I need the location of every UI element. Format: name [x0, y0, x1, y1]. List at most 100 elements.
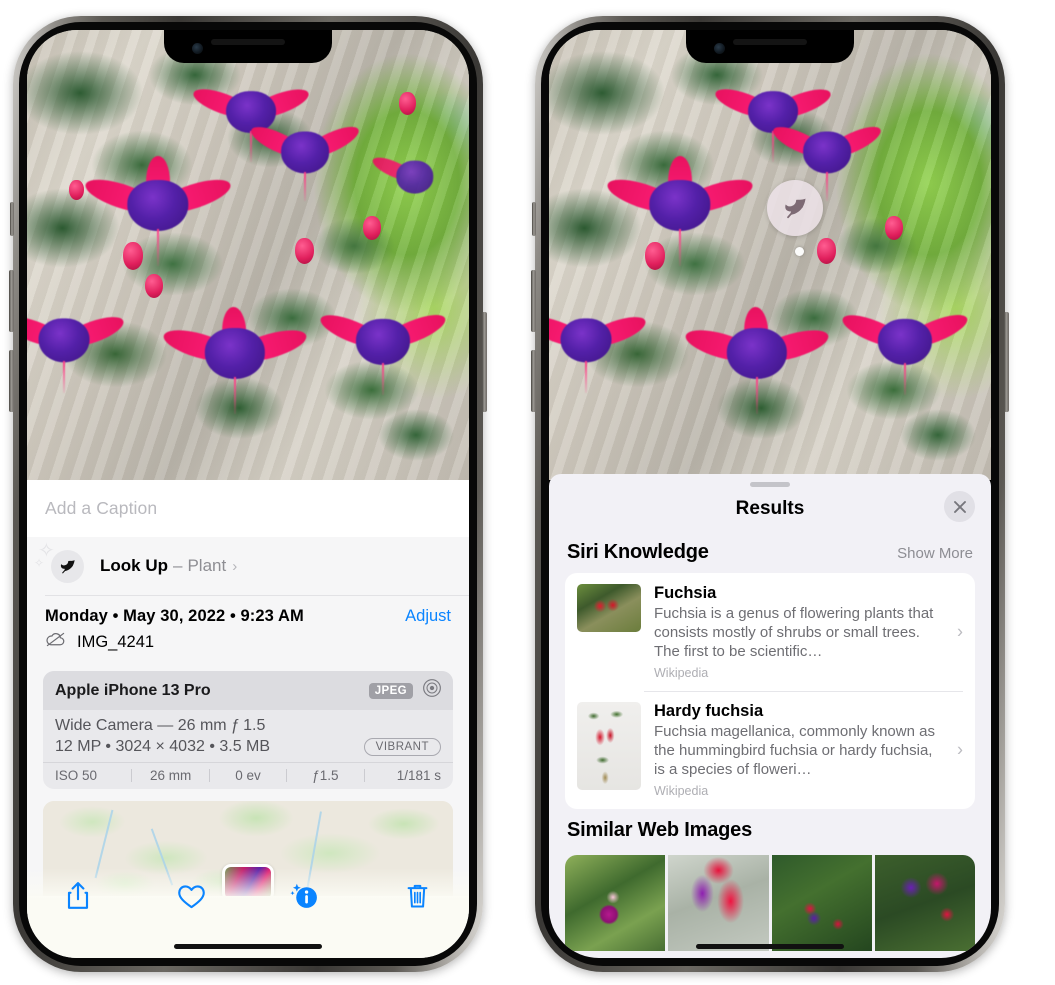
exif-shutter: 1/181 s	[396, 768, 442, 783]
exif-aperture: ƒ1.5	[312, 768, 339, 783]
camera-metadata-card[interactable]: Apple iPhone 13 Pro JPEG Wide Camera — 2…	[43, 671, 453, 789]
close-icon	[953, 500, 966, 513]
volume-up-button[interactable]	[531, 270, 536, 332]
web-image-3[interactable]	[771, 855, 872, 952]
visual-look-up-anchor-dot	[795, 247, 804, 256]
mute-switch[interactable]	[532, 202, 536, 236]
power-button[interactable]	[482, 312, 487, 412]
chevron-right-icon: ›	[957, 739, 963, 760]
caption-placeholder: Add a Caption	[45, 498, 158, 518]
leaf-icon: ✧ ✧	[34, 541, 84, 583]
exif-focal: 26 mm	[149, 768, 192, 783]
result-description: Fuchsia magellanica, commonly known as t…	[654, 723, 935, 779]
section-title: Siri Knowledge	[567, 541, 709, 563]
results-title: Results	[735, 498, 805, 519]
lookup-section: ✧ ✧ Look Up – Plant › Monday • May 30, 2…	[27, 537, 469, 896]
result-source: Wikipedia	[654, 784, 709, 799]
flower-bloom	[839, 292, 971, 396]
share-button[interactable]	[61, 879, 95, 913]
home-indicator[interactable]	[174, 944, 322, 949]
web-image-4[interactable]	[874, 855, 975, 952]
lookup-subject: Plant	[187, 556, 227, 575]
visual-look-up-badge[interactable]	[767, 180, 823, 236]
results-header: Results	[549, 487, 991, 531]
lookup-title: Look Up	[100, 556, 168, 575]
flower-bloom	[682, 298, 832, 414]
metadata-header: Apple iPhone 13 Pro JPEG	[43, 671, 453, 710]
delete-button[interactable]	[401, 879, 435, 913]
knowledge-result-row[interactable]: Fuchsia Fuchsia is a genus of flowering …	[565, 573, 975, 691]
caption-field[interactable]: Add a Caption	[27, 480, 469, 537]
sparkle-icon: ✧	[34, 555, 45, 570]
result-description: Fuchsia is a genus of flowering plants t…	[654, 605, 934, 661]
date-info-block: Monday • May 30, 2022 • 9:23 AM Adjust I…	[27, 596, 469, 661]
front-camera	[714, 43, 725, 54]
photo-toolbar	[27, 874, 469, 918]
left-phone-screen: Add a Caption ✧ ✧ Look Up – Plant › Mond…	[27, 30, 469, 958]
screenshot-stage: Add a Caption ✧ ✧ Look Up – Plant › Mond…	[0, 0, 1055, 985]
flower-bloom	[82, 150, 234, 266]
aperture-icon[interactable]	[422, 678, 442, 703]
result-title: Fuchsia	[654, 584, 717, 602]
volume-up-button[interactable]	[9, 270, 14, 332]
exif-iso: ISO 50	[55, 768, 98, 783]
flower-bud	[645, 242, 665, 270]
flower-bud	[123, 242, 143, 270]
right-phone-screen: Results Siri Knowledge Show More Fuchsia…	[549, 30, 991, 958]
look-up-plant-row[interactable]: ✧ ✧ Look Up – Plant ›	[27, 537, 469, 595]
chevron-right-icon: ›	[957, 621, 963, 642]
flower-bud	[885, 216, 903, 240]
web-image-1[interactable]	[565, 855, 666, 952]
fuchsia-photo	[27, 30, 469, 480]
knowledge-result-row[interactable]: Hardy fuchsia Fuchsia magellanica, commo…	[565, 691, 975, 809]
format-badge: JPEG	[368, 682, 413, 699]
photo-viewer[interactable]	[27, 30, 469, 480]
lookup-dash: –	[173, 556, 183, 575]
device-name: Apple iPhone 13 Pro	[55, 681, 211, 699]
result-thumbnail	[577, 702, 641, 791]
section-title: Similar Web Images	[567, 819, 752, 842]
result-source: Wikipedia	[654, 666, 709, 681]
home-indicator[interactable]	[696, 944, 844, 949]
resolution-info: 12 MP • 3024 × 4032 • 3.5 MB	[55, 738, 271, 755]
web-image-2[interactable]	[668, 855, 769, 952]
fuchsia-photo	[549, 30, 991, 480]
metadata-body: Wide Camera — 26 mm ƒ 1.5 12 MP • 3024 ×…	[43, 710, 453, 762]
earpiece-speaker	[211, 39, 285, 45]
left-phone-device: Add a Caption ✧ ✧ Look Up – Plant › Mond…	[9, 16, 487, 972]
result-title: Hardy fuchsia	[654, 702, 764, 721]
flower-bud	[399, 92, 416, 115]
flower-bloom	[604, 150, 756, 266]
flower-bud	[145, 274, 163, 298]
photo-viewer[interactable]	[549, 30, 991, 480]
volume-down-button[interactable]	[531, 350, 536, 412]
siri-knowledge-header: Siri Knowledge Show More	[549, 531, 991, 573]
front-camera	[192, 43, 203, 54]
flower-bud	[295, 238, 314, 264]
flower-bloom	[160, 298, 310, 414]
similar-web-images-strip[interactable]	[549, 855, 991, 952]
results-sheet: Results Siri Knowledge Show More Fuchsia…	[549, 474, 991, 958]
device-notch	[164, 30, 332, 63]
similar-web-images-header: Similar Web Images	[549, 809, 991, 851]
earpiece-speaker	[733, 39, 807, 45]
result-thumbnail	[577, 584, 641, 632]
favorite-button[interactable]	[174, 879, 208, 913]
lens-info: Wide Camera — 26 mm ƒ 1.5	[55, 717, 266, 734]
power-button[interactable]	[1004, 312, 1009, 412]
close-button[interactable]	[944, 491, 975, 522]
adjust-button[interactable]: Adjust	[405, 607, 451, 626]
photo-date: Monday • May 30, 2022 • 9:23 AM	[45, 607, 304, 625]
mute-switch[interactable]	[10, 202, 14, 236]
flower-bud	[363, 216, 381, 240]
info-button[interactable]	[288, 879, 322, 913]
flower-bloom	[769, 108, 885, 202]
flower-bud	[817, 238, 836, 264]
photographic-style-badge: VIBRANT	[363, 738, 441, 756]
leaf-icon	[785, 198, 806, 219]
show-more-button[interactable]: Show More	[897, 545, 973, 562]
flower-bloom	[247, 108, 363, 202]
flower-bloom	[317, 292, 449, 396]
exif-row: ISO 50 26 mm 0 ev ƒ1.5 1/181 s	[43, 762, 453, 789]
volume-down-button[interactable]	[9, 350, 14, 412]
